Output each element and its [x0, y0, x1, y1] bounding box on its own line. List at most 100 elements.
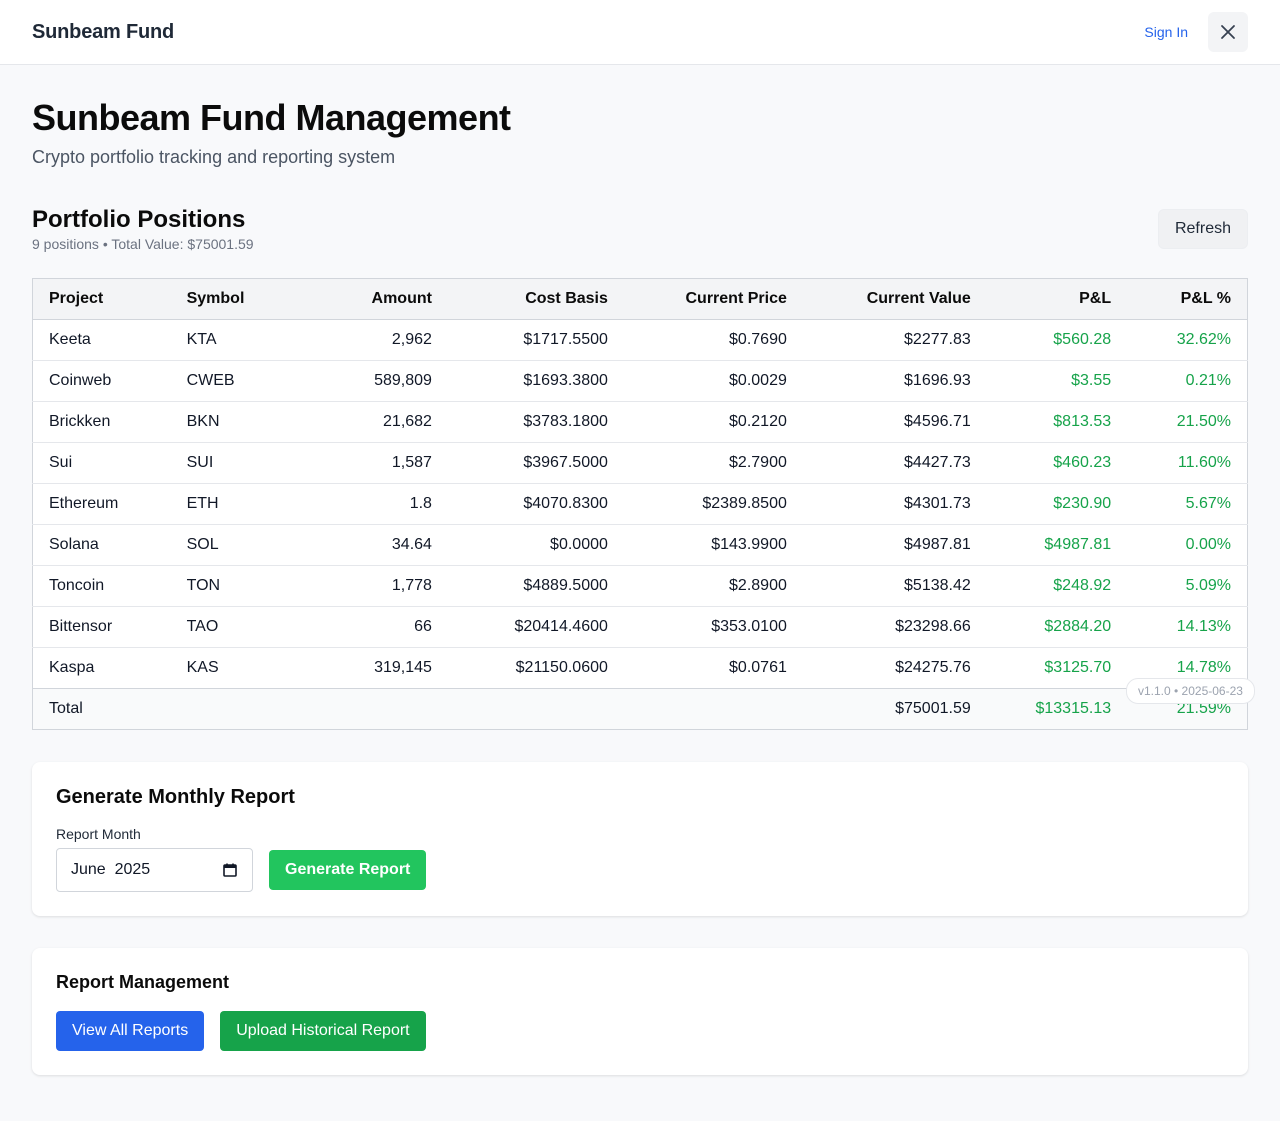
column-header-current-value: Current Value	[802, 278, 987, 320]
refresh-button[interactable]: Refresh	[1157, 209, 1248, 249]
cell-current-price: $0.0761	[729, 659, 787, 676]
cell-pnl: $2884.20	[986, 606, 1128, 648]
sign-in-link[interactable]: Sign In	[1144, 24, 1188, 40]
total-empty-cell	[447, 688, 624, 730]
total-label: Total	[32, 688, 171, 730]
report-month-input[interactable]: June 2025	[56, 848, 253, 892]
cell-amount: 1.8	[292, 483, 448, 525]
cell-amount: 21,682	[292, 401, 448, 443]
table-row: Coinweb CWEB 589,809 $1693.3800 $0.0029 $1696…	[32, 360, 1248, 402]
cell-amount: 66	[292, 606, 448, 648]
cell-pnl: $248.92	[986, 565, 1128, 607]
column-header-project: Project	[32, 278, 171, 320]
table-row: Brickken BKN 21,682 $3783.1800 $0.2120 $4596.…	[32, 401, 1248, 443]
column-header-current-price: Current Price	[623, 278, 803, 320]
report-management-actions: View All Reports Upload Historical Repor…	[56, 1011, 1224, 1051]
cell-current-price: $0.2120	[623, 401, 803, 443]
cell-current-value: $4596.71	[802, 401, 987, 443]
total-empty-cell	[623, 688, 803, 730]
table-row: Sui SUI 1,587 $3967.5000 $2.7900 $4427.73 $460…	[32, 442, 1248, 484]
cell-pnl-pct: 14.13%	[1127, 606, 1248, 648]
table-row: Keeta KTA 2,962 $1717.5500 $0.7690 $2277.83 $5…	[32, 319, 1248, 361]
table-row: Kaspa KAS 319,145 $21150.0600 $0.0761 $24275.…	[33, 648, 1248, 689]
total-row: Total $75001.59 $13315.13 21.59%	[32, 688, 1248, 730]
column-header-cost-basis: Cost Basis	[447, 278, 624, 320]
generate-report-card: Generate Monthly Report Report Month Jun…	[32, 762, 1248, 916]
cell-symbol: TON	[170, 565, 293, 607]
report-month-label: Report Month	[56, 826, 141, 842]
cell-project: Keeta	[32, 319, 171, 361]
table-row: Bittensor TAO 66 $20414.4600 $353.0100 $23298…	[32, 606, 1248, 648]
cell-project: Sui	[32, 442, 171, 484]
cell-current-price: $2.8900	[623, 565, 803, 607]
cell-current-price: $0.0029	[623, 360, 803, 402]
cell-project: Brickken	[32, 401, 171, 443]
cell-cost-basis: $1693.3800	[447, 360, 624, 402]
cell-pnl-pct: 0.00%	[1127, 524, 1248, 566]
cell-amount: 1,778	[292, 565, 448, 607]
cell-project: Toncoin	[32, 565, 171, 607]
cell-current-value: $23298.66	[802, 606, 987, 648]
total-current-value: $75001.59	[802, 688, 987, 730]
cell-project: Coinweb	[32, 360, 171, 402]
portfolio-title: Portfolio Positions	[32, 206, 246, 233]
cell-cost-basis: $20414.4600	[447, 606, 624, 648]
cell-amount: 34.64	[292, 524, 448, 566]
cell-pnl: $3125.70	[1044, 659, 1112, 676]
close-button[interactable]	[1208, 12, 1248, 52]
column-header-pnl-pct: P&L %	[1127, 278, 1248, 320]
cell-pnl: $4987.81	[986, 524, 1128, 566]
cell-symbol: CWEB	[170, 360, 293, 402]
cell-current-price: $2.7900	[623, 442, 803, 484]
cell-amount: 319,145	[374, 659, 432, 676]
cell-project: Solana	[32, 524, 171, 566]
cell-pnl-pct: 11.60%	[1127, 442, 1248, 484]
calendar-icon[interactable]	[222, 862, 238, 878]
cell-current-value: $24275.76	[895, 659, 971, 676]
positions-table: Project Symbol Amount Cost Basis Current…	[32, 278, 1248, 730]
cell-symbol: KTA	[170, 319, 293, 361]
cell-symbol: BKN	[170, 401, 293, 443]
total-pnl: $13315.13	[986, 688, 1128, 730]
top-bar: Sunbeam Fund Sign In	[0, 0, 1280, 65]
cell-cost-basis: $4889.5000	[447, 565, 624, 607]
cell-cost-basis: $21150.0600	[515, 659, 608, 676]
report-month-value: June 2025	[71, 861, 151, 878]
cell-current-value: $4987.81	[802, 524, 987, 566]
cell-pnl-pct: 5.09%	[1127, 565, 1248, 607]
report-management-card: Report Management View All Reports Uploa…	[32, 948, 1248, 1075]
cell-current-price: $143.9900	[623, 524, 803, 566]
cell-pnl: $560.28	[986, 319, 1128, 361]
cell-cost-basis: $3967.5000	[447, 442, 624, 484]
table-header-row: Project Symbol Amount Cost Basis Current…	[32, 278, 1248, 320]
generate-report-button[interactable]: Generate Report	[269, 850, 427, 890]
cell-symbol: KAS	[186, 659, 219, 676]
cell-cost-basis: $4070.8300	[447, 483, 624, 525]
cell-project: Bittensor	[32, 606, 171, 648]
cell-symbol: SOL	[170, 524, 293, 566]
upload-historical-report-button[interactable]: Upload Historical Report	[220, 1011, 426, 1051]
total-empty-cell	[292, 688, 448, 730]
cell-symbol: SUI	[170, 442, 293, 484]
cell-pnl-pct: 21.50%	[1127, 401, 1248, 443]
cell-pnl-pct: 32.62%	[1127, 319, 1248, 361]
cell-pnl-pct: 0.21%	[1127, 360, 1248, 402]
close-icon	[1221, 25, 1235, 39]
cell-amount: 1,587	[292, 442, 448, 484]
cell-symbol: TAO	[170, 606, 293, 648]
portfolio-header: Portfolio Positions 9 positions • Total …	[32, 206, 1248, 252]
brand-name: Sunbeam Fund	[32, 20, 175, 43]
table-row: Ethereum ETH 1.8 $4070.8300 $2389.8500 $4301.…	[32, 483, 1248, 525]
column-header-pnl: P&L	[986, 278, 1128, 320]
report-management-title: Report Management	[56, 972, 230, 992]
cell-project: Kaspa	[49, 659, 95, 676]
cell-current-value: $4301.73	[802, 483, 987, 525]
cell-current-price: $2389.8500	[623, 483, 803, 525]
cell-pnl-pct: 5.67%	[1127, 483, 1248, 525]
cell-amount: 589,809	[292, 360, 448, 402]
page-title: Sunbeam Fund Management	[32, 97, 511, 138]
cell-current-value: $2277.83	[802, 319, 987, 361]
page-subtitle: Crypto portfolio tracking and reporting …	[32, 147, 396, 167]
cell-pnl: $460.23	[986, 442, 1128, 484]
view-all-reports-button[interactable]: View All Reports	[56, 1011, 205, 1051]
